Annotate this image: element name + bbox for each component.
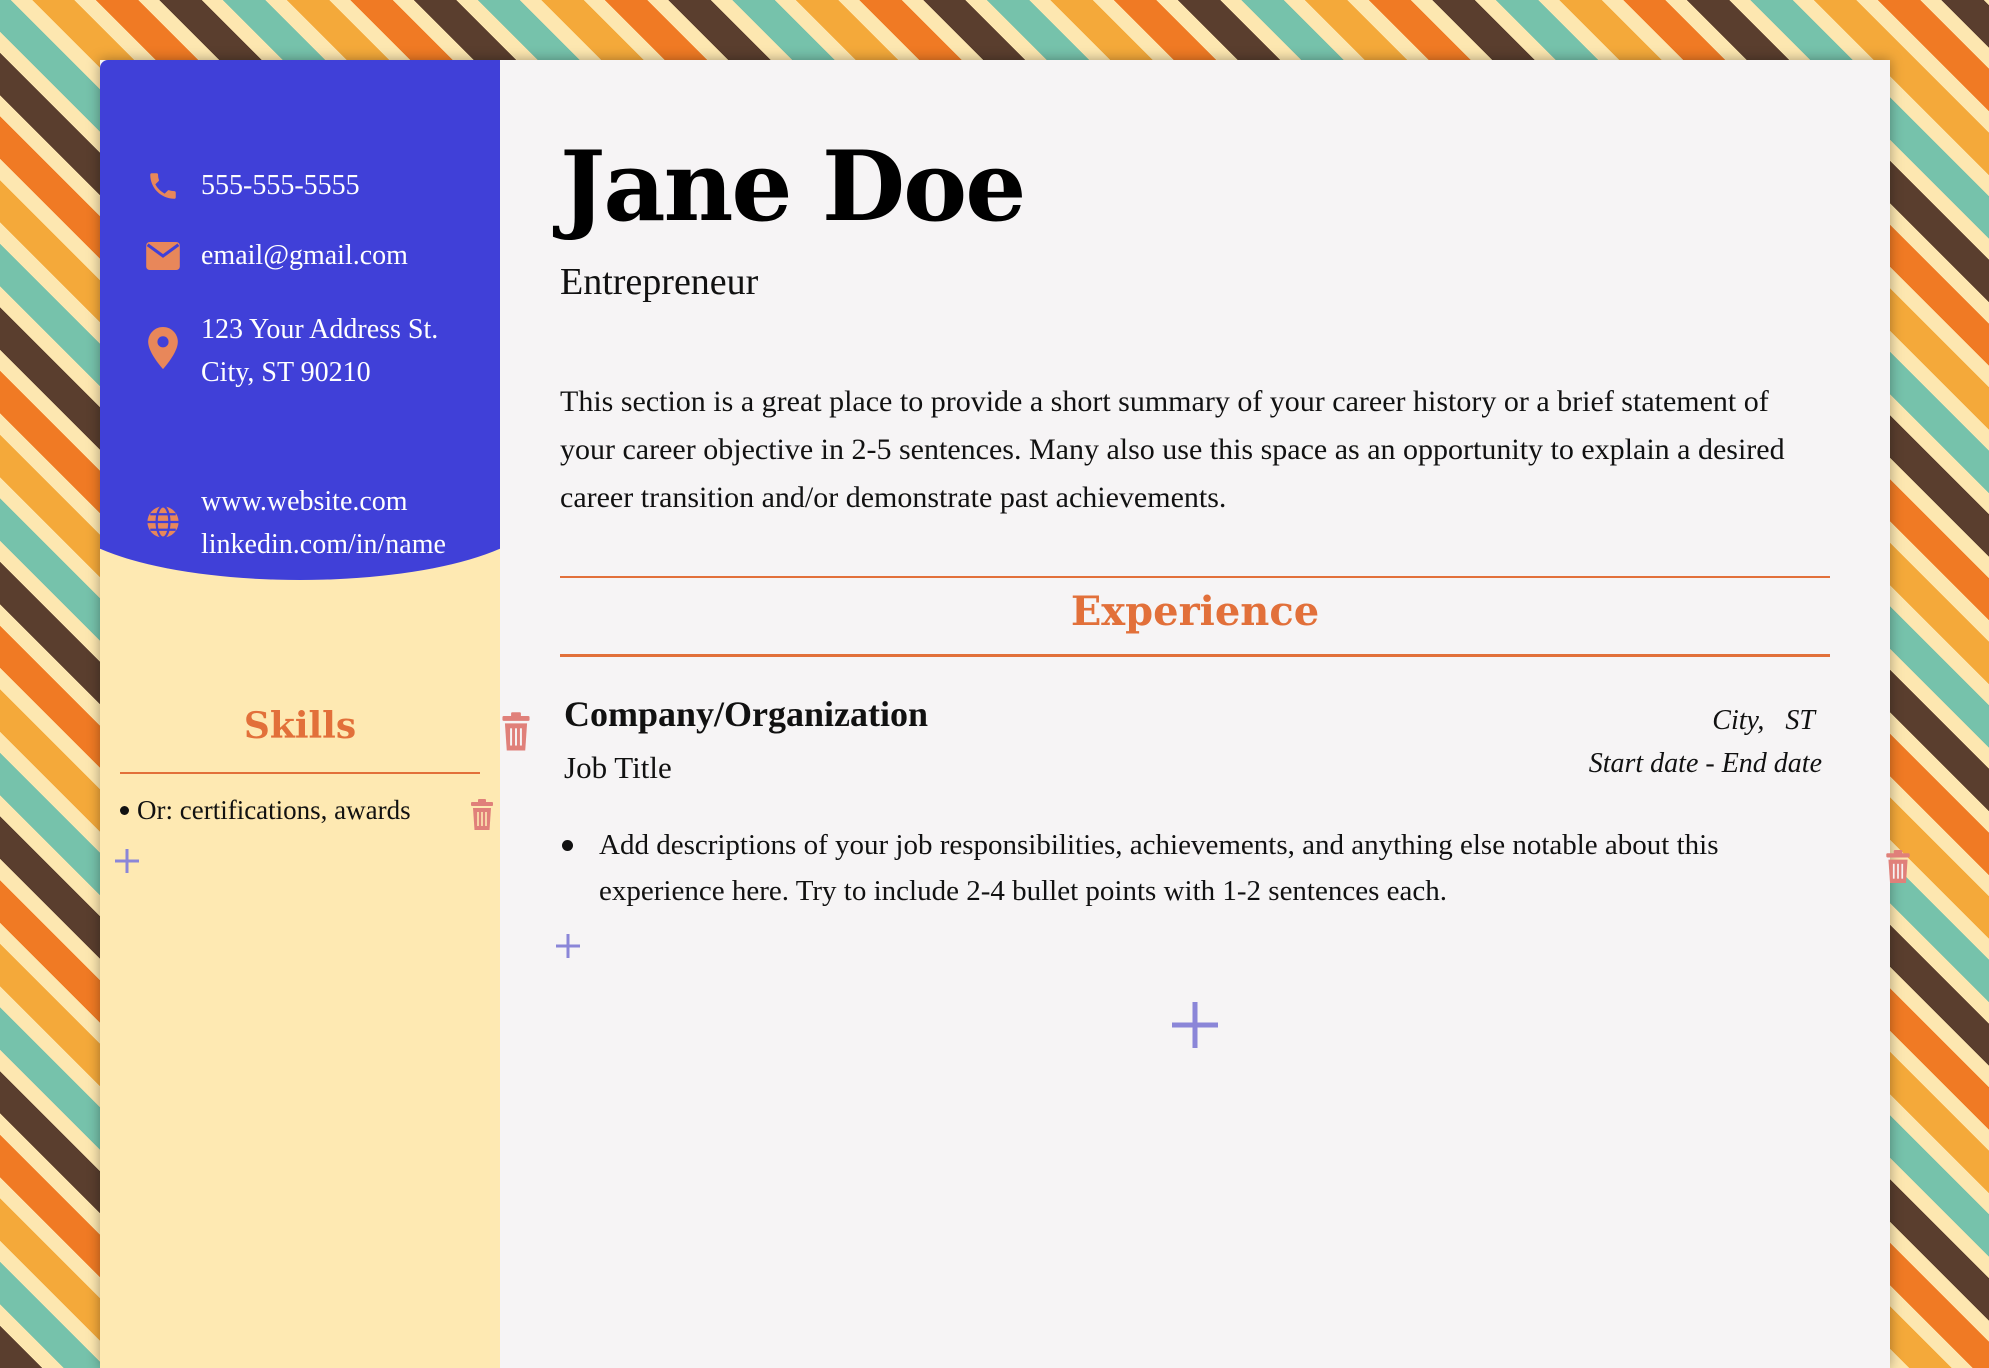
plus-icon — [556, 934, 580, 958]
job-location[interactable]: City, ST — [1712, 705, 1815, 737]
delete-experience-button[interactable] — [500, 712, 532, 752]
contact-email[interactable]: email@gmail.com — [145, 234, 408, 277]
plus-icon — [1172, 1002, 1218, 1048]
phone-icon — [145, 164, 181, 207]
experience-bullet[interactable]: Add descriptions of your job responsibil… — [560, 822, 1750, 914]
add-bullet-button[interactable] — [553, 931, 583, 961]
summary-text[interactable]: This section is a great place to provide… — [560, 378, 1830, 522]
company-name[interactable]: Company/Organization — [564, 693, 928, 735]
add-skill-button[interactable] — [112, 846, 142, 876]
delete-bullet-button[interactable] — [1882, 848, 1914, 886]
address-line-1: 123 Your Address St. — [201, 314, 439, 345]
contact-phone[interactable]: 555-555-5555 — [145, 164, 360, 207]
email-text: email@gmail.com — [201, 240, 408, 271]
phone-text: 555-555-5555 — [201, 170, 360, 201]
contact-web[interactable]: www.website.com linkedin.com/in/name — [145, 480, 446, 566]
trash-icon — [502, 712, 530, 751]
sidebar: 555-555-5555 email@gmail.com 123 Your Ad… — [100, 60, 500, 1368]
web-text: www.website.com linkedin.com/in/name — [201, 480, 446, 566]
globe-icon — [145, 500, 181, 543]
address-line-2: City, ST 90210 — [201, 357, 371, 388]
trash-icon — [471, 799, 493, 830]
website-link[interactable]: www.website.com — [201, 480, 446, 523]
map-pin-icon — [145, 326, 181, 369]
experience-heading: Experience — [1070, 588, 1320, 635]
mail-icon — [145, 234, 181, 277]
bullet-text: Add descriptions of your job responsibil… — [599, 829, 1719, 907]
plus-icon — [115, 849, 139, 873]
resume-page: 555-555-5555 email@gmail.com 123 Your Ad… — [100, 60, 1910, 1368]
bullet-dot — [562, 840, 573, 851]
delete-skill-button[interactable] — [467, 797, 497, 833]
bullet-dot — [120, 806, 129, 815]
experience-divider-bottom — [560, 654, 1830, 657]
contact-address[interactable]: 123 Your Address St. City, ST 90210 — [145, 308, 438, 394]
job-headline[interactable]: Entrepreneur — [560, 260, 758, 304]
address-text: 123 Your Address St. City, ST 90210 — [201, 308, 438, 394]
experience-divider-top — [560, 576, 1830, 578]
full-name[interactable]: Jane Doe — [560, 130, 1026, 243]
skill-text: Or: certifications, awards — [137, 795, 411, 825]
job-title[interactable]: Job Title — [564, 750, 672, 786]
skills-heading: Skills — [243, 705, 357, 747]
job-dates[interactable]: Start date - End date — [1589, 748, 1822, 780]
trash-icon — [1886, 850, 1910, 883]
linkedin-link[interactable]: linkedin.com/in/name — [201, 523, 446, 566]
skill-item[interactable]: Or: certifications, awards — [120, 795, 411, 826]
skills-divider — [120, 772, 480, 774]
add-experience-button[interactable] — [1170, 1000, 1220, 1050]
